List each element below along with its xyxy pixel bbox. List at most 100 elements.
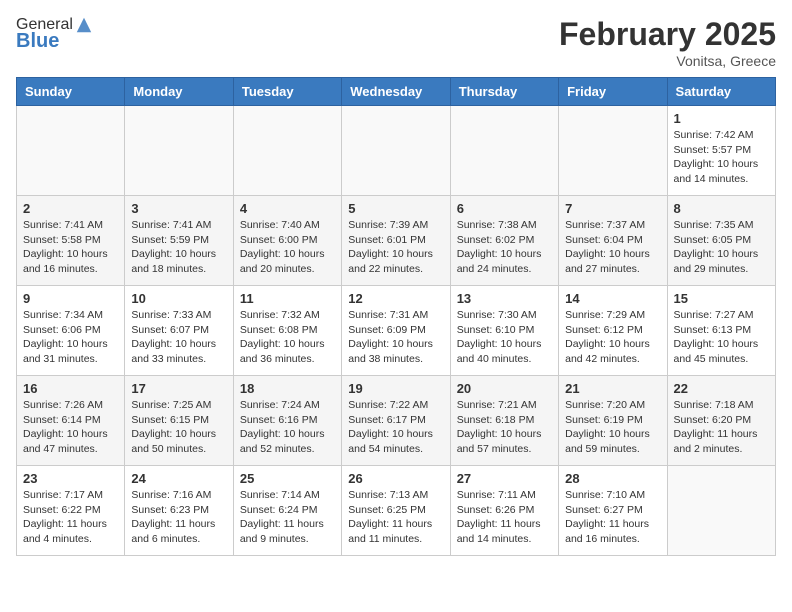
day-info: Sunrise: 7:41 AM Sunset: 5:59 PM Dayligh… bbox=[131, 218, 226, 277]
day-number: 14 bbox=[565, 291, 660, 306]
calendar-cell: 5 Sunrise: 7:39 AM Sunset: 6:01 PM Daylig… bbox=[342, 196, 450, 286]
day-number: 28 bbox=[565, 471, 660, 486]
day-info: Sunrise: 7:42 AM Sunset: 5:57 PM Dayligh… bbox=[674, 128, 769, 187]
day-number: 15 bbox=[674, 291, 769, 306]
day-number: 5 bbox=[348, 201, 443, 216]
calendar-cell: 6 Sunrise: 7:38 AM Sunset: 6:02 PM Daylig… bbox=[450, 196, 558, 286]
day-info: Sunrise: 7:18 AM Sunset: 6:20 PM Dayligh… bbox=[674, 398, 769, 457]
day-number: 4 bbox=[240, 201, 335, 216]
calendar-cell: 20 Sunrise: 7:21 AM Sunset: 6:18 PM Dayli… bbox=[450, 376, 558, 466]
calendar-cell: 28 Sunrise: 7:10 AM Sunset: 6:27 PM Dayli… bbox=[559, 466, 667, 556]
day-number: 8 bbox=[674, 201, 769, 216]
day-number: 19 bbox=[348, 381, 443, 396]
calendar-cell: 12 Sunrise: 7:31 AM Sunset: 6:09 PM Dayli… bbox=[342, 286, 450, 376]
calendar-cell: 3 Sunrise: 7:41 AM Sunset: 5:59 PM Daylig… bbox=[125, 196, 233, 286]
calendar-week-5: 23 Sunrise: 7:17 AM Sunset: 6:22 PM Dayli… bbox=[17, 466, 776, 556]
day-number: 23 bbox=[23, 471, 118, 486]
day-number: 7 bbox=[565, 201, 660, 216]
calendar-cell: 11 Sunrise: 7:32 AM Sunset: 6:08 PM Dayli… bbox=[233, 286, 341, 376]
calendar-cell: 17Sunrise: 7:25 AM Sunset: 6:15 PM Dayli… bbox=[125, 376, 233, 466]
day-info: Sunrise: 7:13 AM Sunset: 6:25 PM Dayligh… bbox=[348, 488, 443, 547]
day-number: 27 bbox=[457, 471, 552, 486]
day-info: Sunrise: 7:37 AM Sunset: 6:04 PM Dayligh… bbox=[565, 218, 660, 277]
calendar-cell: 16Sunrise: 7:26 AM Sunset: 6:14 PM Dayli… bbox=[17, 376, 125, 466]
column-header-thursday: Thursday bbox=[450, 78, 558, 106]
calendar-cell bbox=[233, 106, 341, 196]
month-title: February 2025 bbox=[559, 16, 776, 53]
day-info: Sunrise: 7:17 AM Sunset: 6:22 PM Dayligh… bbox=[23, 488, 118, 547]
day-info: Sunrise: 7:31 AM Sunset: 6:09 PM Dayligh… bbox=[348, 308, 443, 367]
day-info: Sunrise: 7:10 AM Sunset: 6:27 PM Dayligh… bbox=[565, 488, 660, 547]
calendar-week-4: 16Sunrise: 7:26 AM Sunset: 6:14 PM Dayli… bbox=[17, 376, 776, 466]
day-number: 1 bbox=[674, 111, 769, 126]
day-number: 9 bbox=[23, 291, 118, 306]
calendar-cell: 22 Sunrise: 7:18 AM Sunset: 6:20 PM Dayli… bbox=[667, 376, 775, 466]
day-number: 2 bbox=[23, 201, 118, 216]
day-info: Sunrise: 7:16 AM Sunset: 6:23 PM Dayligh… bbox=[131, 488, 226, 547]
logo: General Blue bbox=[16, 16, 93, 53]
calendar-cell: 13 Sunrise: 7:30 AM Sunset: 6:10 PM Dayli… bbox=[450, 286, 558, 376]
day-info: Sunrise: 7:29 AM Sunset: 6:12 PM Dayligh… bbox=[565, 308, 660, 367]
day-info: Sunrise: 7:22 AM Sunset: 6:17 PM Dayligh… bbox=[348, 398, 443, 457]
calendar-cell: 18 Sunrise: 7:24 AM Sunset: 6:16 PM Dayli… bbox=[233, 376, 341, 466]
day-info: Sunrise: 7:27 AM Sunset: 6:13 PM Dayligh… bbox=[674, 308, 769, 367]
calendar-cell bbox=[667, 466, 775, 556]
day-info: Sunrise: 7:14 AM Sunset: 6:24 PM Dayligh… bbox=[240, 488, 335, 547]
column-header-saturday: Saturday bbox=[667, 78, 775, 106]
day-info: Sunrise: 7:21 AM Sunset: 6:18 PM Dayligh… bbox=[457, 398, 552, 457]
column-header-sunday: Sunday bbox=[17, 78, 125, 106]
day-info: Sunrise: 7:30 AM Sunset: 6:10 PM Dayligh… bbox=[457, 308, 552, 367]
calendar-cell: 23 Sunrise: 7:17 AM Sunset: 6:22 PM Dayli… bbox=[17, 466, 125, 556]
day-number: 12 bbox=[348, 291, 443, 306]
location-subtitle: Vonitsa, Greece bbox=[559, 53, 776, 69]
day-number: 16 bbox=[23, 381, 118, 396]
calendar-cell: 15 Sunrise: 7:27 AM Sunset: 6:13 PM Dayli… bbox=[667, 286, 775, 376]
day-info: Sunrise: 7:34 AM Sunset: 6:06 PM Dayligh… bbox=[23, 308, 118, 367]
column-header-friday: Friday bbox=[559, 78, 667, 106]
calendar-week-2: 2 Sunrise: 7:41 AM Sunset: 5:58 PM Daylig… bbox=[17, 196, 776, 286]
day-info: Sunrise: 7:33 AM Sunset: 6:07 PM Dayligh… bbox=[131, 308, 226, 367]
calendar-cell: 2 Sunrise: 7:41 AM Sunset: 5:58 PM Daylig… bbox=[17, 196, 125, 286]
title-block: February 2025 Vonitsa, Greece bbox=[559, 16, 776, 69]
calendar-cell bbox=[342, 106, 450, 196]
page-header: General Blue February 2025 Vonitsa, Gree… bbox=[16, 16, 776, 69]
calendar-cell bbox=[17, 106, 125, 196]
calendar-week-1: 1 Sunrise: 7:42 AM Sunset: 5:57 PM Daylig… bbox=[17, 106, 776, 196]
calendar-cell: 26 Sunrise: 7:13 AM Sunset: 6:25 PM Dayli… bbox=[342, 466, 450, 556]
calendar-cell: 27 Sunrise: 7:11 AM Sunset: 6:26 PM Dayli… bbox=[450, 466, 558, 556]
calendar-cell bbox=[125, 106, 233, 196]
calendar-cell bbox=[559, 106, 667, 196]
day-number: 3 bbox=[131, 201, 226, 216]
day-info: Sunrise: 7:24 AM Sunset: 6:16 PM Dayligh… bbox=[240, 398, 335, 457]
day-info: Sunrise: 7:40 AM Sunset: 6:00 PM Dayligh… bbox=[240, 218, 335, 277]
calendar-cell: 19 Sunrise: 7:22 AM Sunset: 6:17 PM Dayli… bbox=[342, 376, 450, 466]
calendar-cell: 14 Sunrise: 7:29 AM Sunset: 6:12 PM Dayli… bbox=[559, 286, 667, 376]
day-number: 20 bbox=[457, 381, 552, 396]
day-info: Sunrise: 7:41 AM Sunset: 5:58 PM Dayligh… bbox=[23, 218, 118, 277]
column-header-monday: Monday bbox=[125, 78, 233, 106]
calendar-week-3: 9 Sunrise: 7:34 AM Sunset: 6:06 PM Daylig… bbox=[17, 286, 776, 376]
day-number: 25 bbox=[240, 471, 335, 486]
day-info: Sunrise: 7:39 AM Sunset: 6:01 PM Dayligh… bbox=[348, 218, 443, 277]
day-info: Sunrise: 7:11 AM Sunset: 6:26 PM Dayligh… bbox=[457, 488, 552, 547]
day-number: 18 bbox=[240, 381, 335, 396]
calendar-cell: 8 Sunrise: 7:35 AM Sunset: 6:05 PM Daylig… bbox=[667, 196, 775, 286]
calendar-cell: 1 Sunrise: 7:42 AM Sunset: 5:57 PM Daylig… bbox=[667, 106, 775, 196]
column-header-tuesday: Tuesday bbox=[233, 78, 341, 106]
column-header-wednesday: Wednesday bbox=[342, 78, 450, 106]
calendar-cell: 24Sunrise: 7:16 AM Sunset: 6:23 PM Dayli… bbox=[125, 466, 233, 556]
calendar-cell: 10Sunrise: 7:33 AM Sunset: 6:07 PM Dayli… bbox=[125, 286, 233, 376]
day-number: 6 bbox=[457, 201, 552, 216]
day-number: 22 bbox=[674, 381, 769, 396]
calendar-cell bbox=[450, 106, 558, 196]
calendar-cell: 4 Sunrise: 7:40 AM Sunset: 6:00 PM Daylig… bbox=[233, 196, 341, 286]
calendar-cell: 7 Sunrise: 7:37 AM Sunset: 6:04 PM Daylig… bbox=[559, 196, 667, 286]
day-number: 26 bbox=[348, 471, 443, 486]
day-info: Sunrise: 7:38 AM Sunset: 6:02 PM Dayligh… bbox=[457, 218, 552, 277]
day-number: 17 bbox=[131, 381, 226, 396]
day-number: 11 bbox=[240, 291, 335, 306]
day-number: 13 bbox=[457, 291, 552, 306]
day-info: Sunrise: 7:32 AM Sunset: 6:08 PM Dayligh… bbox=[240, 308, 335, 367]
day-info: Sunrise: 7:35 AM Sunset: 6:05 PM Dayligh… bbox=[674, 218, 769, 277]
logo-icon bbox=[75, 16, 93, 34]
